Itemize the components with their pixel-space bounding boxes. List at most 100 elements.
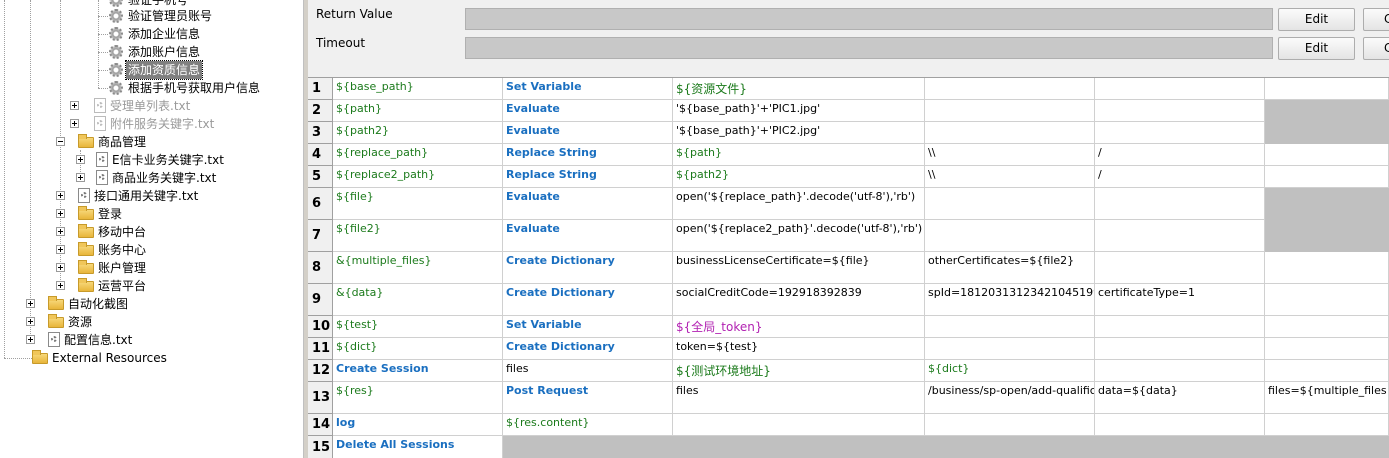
grid-cell[interactable] [1095, 100, 1265, 122]
grid-cell[interactable] [1095, 360, 1265, 382]
grid-cell[interactable]: &{multiple_files} [333, 252, 503, 284]
row-number[interactable]: 4 [308, 144, 333, 166]
table-row[interactable]: 14 log ${res.content} [308, 414, 1389, 436]
row-number[interactable]: 6 [308, 188, 333, 220]
grid-cell[interactable]: Post Request [503, 382, 673, 414]
tree-item[interactable]: 验证管理员账号 [108, 7, 214, 25]
expand-toggle[interactable] [70, 119, 79, 128]
table-row[interactable]: 12 Create Session files ${测试环境地址} ${dict… [308, 360, 1389, 382]
grid-cell[interactable]: ${path2} [673, 166, 925, 188]
grid-cell[interactable] [1265, 360, 1389, 382]
grid-cell[interactable] [1265, 122, 1389, 144]
grid-cell[interactable]: ${path} [333, 100, 503, 122]
tree-folder[interactable]: 移动中台 [78, 223, 148, 241]
table-row[interactable]: 13 ${res} Post Request files /business/s… [308, 382, 1389, 414]
keyword-steps-grid[interactable]: 1 ${base_path} Set Variable ${资源文件} 2 ${… [308, 77, 1389, 458]
grid-cell[interactable]: Delete All Sessions [333, 436, 503, 458]
grid-cell[interactable] [503, 436, 673, 458]
table-row[interactable]: 7 ${file2} Evaluate open('${replace2_pat… [308, 220, 1389, 252]
grid-cell[interactable]: log [333, 414, 503, 436]
grid-cell[interactable] [1095, 188, 1265, 220]
grid-cell[interactable]: ${path2} [333, 122, 503, 144]
table-row[interactable]: 4 ${replace_path} Replace String ${path}… [308, 144, 1389, 166]
grid-cell[interactable] [925, 414, 1095, 436]
grid-cell[interactable]: Set Variable [503, 78, 673, 100]
tree-folder[interactable]: External Resources [32, 349, 169, 367]
collapse-toggle[interactable] [56, 137, 65, 146]
grid-cell[interactable]: ${res.content} [503, 414, 673, 436]
grid-cell[interactable] [1265, 100, 1389, 122]
grid-cell[interactable] [1265, 144, 1389, 166]
grid-cell[interactable]: Evaluate [503, 220, 673, 252]
tree-folder[interactable]: 运营平台 [78, 277, 148, 295]
row-number[interactable]: 7 [308, 220, 333, 252]
expand-toggle[interactable] [56, 227, 65, 236]
tree-folder[interactable]: 资源 [48, 313, 94, 331]
row-number[interactable]: 8 [308, 252, 333, 284]
row-number[interactable]: 14 [308, 414, 333, 436]
grid-cell[interactable] [1095, 220, 1265, 252]
grid-cell[interactable]: ${path} [673, 144, 925, 166]
table-row[interactable]: 10 ${test} Set Variable ${全局_token} [308, 316, 1389, 338]
grid-cell[interactable] [1265, 188, 1389, 220]
tree-item[interactable]: 附件服务关键字.txt [94, 115, 216, 133]
tree-item[interactable]: 添加企业信息 [108, 25, 202, 43]
grid-cell[interactable]: Evaluate [503, 188, 673, 220]
tree-folder[interactable]: 自动化截图 [48, 295, 130, 313]
tree-item[interactable]: 商品业务关键字.txt [96, 169, 218, 187]
grid-cell[interactable]: &{data} [333, 284, 503, 316]
grid-cell[interactable]: spId=18120313123421045199 [925, 284, 1095, 316]
grid-cell[interactable] [925, 122, 1095, 144]
resource-tree[interactable]: 验证手机号 验证管理员账号 添加企业信息 添加账户信息 添加资质信息 根据手机号… [0, 0, 303, 458]
grid-cell[interactable] [1265, 166, 1389, 188]
grid-cell[interactable]: ${base_path} [333, 78, 503, 100]
grid-cell[interactable]: socialCreditCode=192918392839 [673, 284, 925, 316]
grid-cell[interactable] [673, 414, 925, 436]
grid-cell[interactable]: ${全局_token} [673, 316, 925, 338]
grid-cell[interactable]: ${res} [333, 382, 503, 414]
grid-cell[interactable] [925, 220, 1095, 252]
grid-cell[interactable]: ${file2} [333, 220, 503, 252]
expand-toggle[interactable] [26, 317, 35, 326]
grid-cell[interactable]: ${replace2_path} [333, 166, 503, 188]
grid-cell[interactable] [1265, 252, 1389, 284]
grid-cell[interactable] [673, 436, 925, 458]
grid-cell[interactable] [1265, 436, 1389, 458]
grid-cell[interactable]: ${dict} [333, 338, 503, 360]
grid-cell[interactable]: certificateType=1 [1095, 284, 1265, 316]
tree-item[interactable]: 接口通用关键字.txt [78, 187, 200, 205]
grid-cell[interactable]: Create Dictionary [503, 338, 673, 360]
expand-toggle[interactable] [56, 245, 65, 254]
expand-toggle[interactable] [56, 263, 65, 272]
tree-item[interactable]: E信卡业务关键字.txt [96, 151, 226, 169]
grid-cell[interactable]: Create Dictionary [503, 252, 673, 284]
grid-cell[interactable]: ${file} [333, 188, 503, 220]
tree-item[interactable]: 根据手机号获取用户信息 [108, 79, 262, 97]
row-number[interactable]: 5 [308, 166, 333, 188]
grid-cell[interactable]: ${test} [333, 316, 503, 338]
tree-folder[interactable]: 账户管理 [78, 259, 148, 277]
table-row[interactable]: 9 &{data} Create Dictionary socialCredit… [308, 284, 1389, 316]
expand-toggle[interactable] [76, 173, 85, 182]
grid-cell[interactable] [1095, 122, 1265, 144]
tree-folder[interactable]: 商品管理 [78, 133, 148, 151]
grid-cell[interactable]: otherCertificates=${file2} [925, 252, 1095, 284]
grid-cell[interactable]: ${replace_path} [333, 144, 503, 166]
expand-toggle[interactable] [76, 155, 85, 164]
grid-cell[interactable] [1095, 338, 1265, 360]
tree-folder[interactable]: 账务中心 [78, 241, 148, 259]
grid-cell[interactable] [925, 188, 1095, 220]
grid-cell[interactable]: files [503, 360, 673, 382]
grid-cell[interactable]: / [1095, 166, 1265, 188]
return-value-clear-button[interactable]: C [1363, 8, 1389, 31]
expand-toggle[interactable] [70, 101, 79, 110]
row-number[interactable]: 15 [308, 436, 333, 458]
grid-cell[interactable] [1095, 436, 1265, 458]
table-row[interactable]: 5 ${replace2_path} Replace String ${path… [308, 166, 1389, 188]
grid-cell[interactable] [1095, 316, 1265, 338]
return-value-field[interactable] [465, 8, 1273, 30]
grid-cell[interactable]: businessLicenseCertificate=${file} [673, 252, 925, 284]
grid-cell[interactable]: / [1095, 144, 1265, 166]
grid-cell[interactable]: Replace String [503, 144, 673, 166]
tree-item[interactable]: 添加账户信息 [108, 43, 202, 61]
